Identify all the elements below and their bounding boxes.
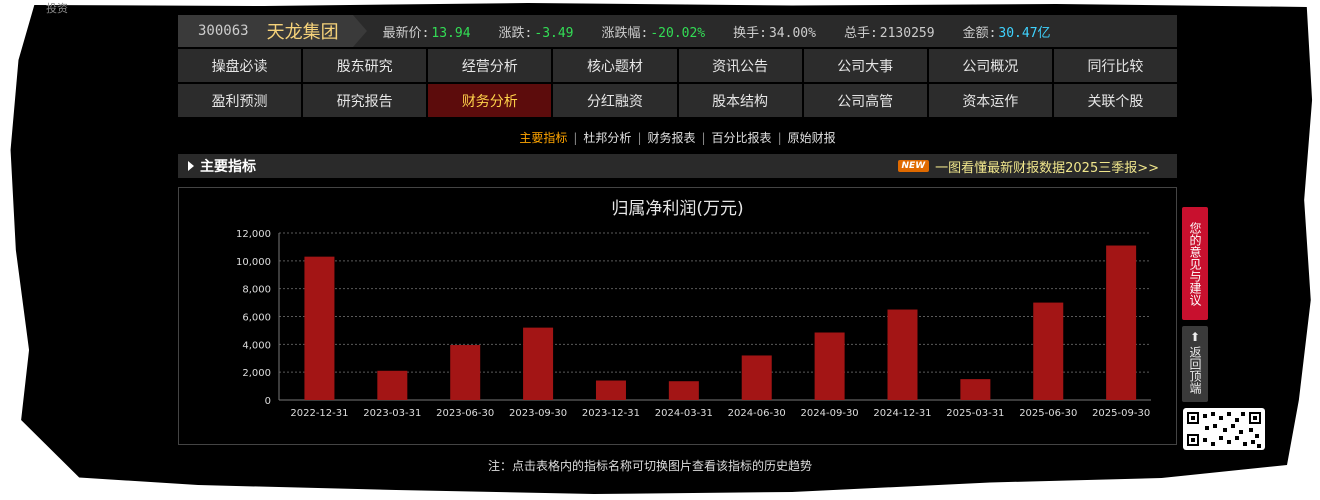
bar bbox=[668, 381, 699, 400]
nav-item[interactable]: 盈利预测 bbox=[178, 84, 302, 117]
x-tick-label: 2023-12-31 bbox=[582, 408, 640, 419]
stock-name: 天龙集团 bbox=[266, 22, 339, 43]
x-tick-label: 2023-03-31 bbox=[363, 408, 421, 419]
subnav-link[interactable]: 杜邦分析 bbox=[583, 131, 631, 145]
subnav-link[interactable]: 原始财报 bbox=[788, 131, 836, 145]
stat-label: 最新价: bbox=[382, 25, 430, 41]
new-badge: NEW bbox=[897, 160, 930, 172]
y-tick-label: 8,000 bbox=[242, 285, 271, 296]
nav-item[interactable]: 股东研究 bbox=[303, 49, 427, 82]
nav-item[interactable]: 关联个股 bbox=[1053, 84, 1177, 117]
stat-value: 30.47亿 bbox=[998, 25, 1051, 41]
back-to-top-label: 返回顶端 bbox=[1188, 346, 1202, 394]
nav-item[interactable]: 核心题材 bbox=[553, 49, 677, 82]
chart-panel: 归属净利润(万元) 0 2,000 4,000 6,000 8,000 10,000 12,0… bbox=[178, 187, 1177, 445]
stock-stats: 最新价: 13.94 涨跌: -3.49 涨跌幅: -20.02% 换手: 34.00% 总手:… bbox=[383, 22, 1079, 41]
x-tick-label: 2023-09-30 bbox=[509, 408, 567, 419]
nav-item[interactable]: 公司大事 bbox=[803, 49, 927, 82]
x-tick-label: 2025-06-30 bbox=[1019, 408, 1077, 419]
stat-item: 金额: 30.47亿 bbox=[963, 22, 1051, 41]
nav-item[interactable]: 股本结构 bbox=[678, 84, 802, 117]
stat-value: 2130259 bbox=[879, 25, 935, 41]
subnav-link[interactable]: 百分比报表 bbox=[712, 131, 772, 145]
bar bbox=[960, 379, 991, 400]
nav-item[interactable]: 公司高管 bbox=[803, 84, 927, 117]
bar bbox=[741, 355, 772, 400]
nav-item[interactable]: 资讯公告 bbox=[678, 49, 802, 82]
main-nav: 操盘必读 股东研究 经营分析 核心题材 资讯公告 公司大事 公司概况 同行比较盈利预测 研究报告… bbox=[178, 49, 1177, 117]
stat-label: 总手: bbox=[843, 25, 878, 41]
promo-text: 一图看懂最新财报数据2025三季报>> bbox=[935, 160, 1159, 176]
nav-item[interactable]: 同行比较 bbox=[1053, 49, 1177, 82]
y-tick-label: 4,000 bbox=[242, 340, 271, 351]
y-tick-label: 12,000 bbox=[236, 229, 271, 240]
stat-item: 涨跌幅: -20.02% bbox=[602, 22, 706, 41]
stat-label: 金额: bbox=[962, 25, 997, 41]
arrow-up-icon: ⬆ bbox=[1189, 330, 1201, 344]
bar bbox=[377, 370, 408, 400]
nav-item[interactable]: 财务分析 bbox=[428, 84, 552, 117]
stat-label: 涨跌: bbox=[498, 25, 533, 41]
y-tick-label: 2,000 bbox=[242, 368, 271, 379]
nav-item[interactable]: 公司概况 bbox=[928, 49, 1052, 82]
promo-link[interactable]: NEW 一图看懂最新财报数据2025三季报>> bbox=[897, 157, 1177, 176]
stock-header: 300063 天龙集团 最新价: 13.94 涨跌: -3.49 涨跌幅: -20.02%… bbox=[178, 15, 1177, 47]
bar bbox=[595, 380, 626, 400]
x-tick-label: 2022-12-31 bbox=[290, 408, 348, 419]
x-tick-label: 2024-09-30 bbox=[801, 408, 859, 419]
stat-item: 总手: 2130259 bbox=[844, 22, 935, 41]
stock-code-tab[interactable]: 300063 天龙集团 bbox=[178, 15, 367, 47]
stat-value: -20.02% bbox=[650, 25, 706, 41]
net-profit-bar-chart: 归属净利润(万元) 0 2,000 4,000 6,000 8,000 10,000 12,0… bbox=[236, 199, 1151, 419]
x-tick-label: 2024-12-31 bbox=[873, 408, 931, 419]
stat-label: 换手: bbox=[733, 25, 767, 41]
subnav-link[interactable]: 财务报表 bbox=[647, 131, 695, 145]
stat-label: 涨跌幅: bbox=[601, 25, 649, 41]
stat-value: 34.00% bbox=[768, 25, 816, 41]
y-tick-label: 10,000 bbox=[236, 257, 271, 268]
bar bbox=[450, 345, 481, 400]
bar bbox=[887, 309, 918, 400]
stat-value: 13.94 bbox=[431, 25, 471, 41]
bar bbox=[523, 327, 554, 400]
nav-item[interactable]: 研究报告 bbox=[303, 84, 427, 117]
stock-code: 300063 bbox=[198, 23, 249, 39]
chart-title: 归属净利润(万元) bbox=[611, 199, 743, 219]
sub-nav: 主要指标 | 杜邦分析 | 财务报表 | 百分比报表 | 原始财报 bbox=[178, 129, 1177, 146]
bar bbox=[304, 256, 335, 400]
subnav-separator: | bbox=[637, 131, 642, 145]
x-tick-label: 2024-03-31 bbox=[655, 408, 713, 419]
expand-triangle-icon bbox=[188, 161, 194, 171]
stat-item: 最新价: 13.94 bbox=[383, 22, 471, 41]
nav-item[interactable]: 分红融资 bbox=[553, 84, 677, 117]
subnav-separator: | bbox=[777, 131, 782, 145]
section-title[interactable]: 主要指标 bbox=[178, 156, 256, 176]
y-tick-label: 0 bbox=[265, 396, 271, 407]
subnav-separator: | bbox=[701, 131, 706, 145]
bar bbox=[1106, 245, 1137, 400]
chart-note: 注：点击表格内的指标名称可切换图片查看该指标的历史趋势 bbox=[488, 459, 813, 473]
subnav-link[interactable]: 主要指标 bbox=[519, 131, 567, 145]
bar bbox=[1033, 302, 1064, 400]
stat-item: 换手: 34.00% bbox=[733, 22, 816, 41]
qr-code-image bbox=[1187, 412, 1261, 448]
x-tick-label: 2025-09-30 bbox=[1092, 408, 1150, 419]
feedback-button[interactable]: 您的意见与建议 bbox=[1182, 207, 1208, 320]
x-tick-label: 2025-03-31 bbox=[946, 408, 1004, 419]
x-tick-label: 2023-06-30 bbox=[436, 408, 494, 419]
y-tick-label: 6,000 bbox=[242, 313, 271, 324]
section-title-label: 主要指标 bbox=[200, 159, 256, 175]
nav-item[interactable]: 经营分析 bbox=[428, 49, 552, 82]
nav-item[interactable]: 操盘必读 bbox=[178, 49, 302, 82]
back-to-top-button[interactable]: ⬆ 返回顶端 bbox=[1182, 326, 1208, 402]
nav-item[interactable]: 资本运作 bbox=[928, 84, 1052, 117]
subnav-separator: | bbox=[573, 131, 578, 145]
cropped-scrap-text: 投资 bbox=[46, 2, 68, 15]
x-tick-label: 2024-06-30 bbox=[728, 408, 786, 419]
stat-value: -3.49 bbox=[534, 25, 574, 41]
section-bar: 主要指标 NEW 一图看懂最新财报数据2025三季报>> bbox=[178, 154, 1177, 178]
stat-item: 涨跌: -3.49 bbox=[499, 22, 574, 41]
qr-code bbox=[1183, 408, 1265, 450]
bar bbox=[814, 332, 845, 400]
